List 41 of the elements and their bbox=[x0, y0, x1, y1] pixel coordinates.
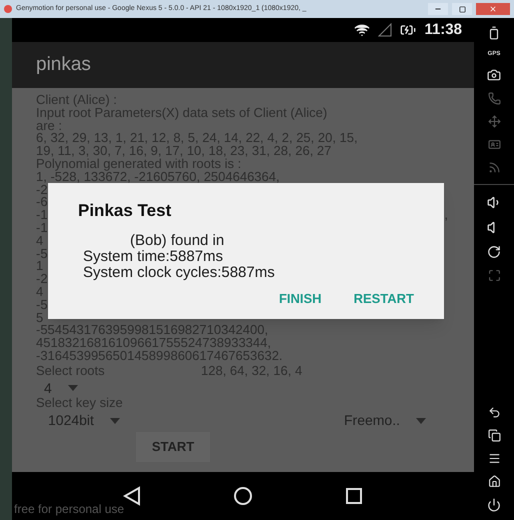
home-icon[interactable] bbox=[232, 486, 253, 506]
app-logo-icon bbox=[4, 5, 12, 13]
recent-apps-icon[interactable] bbox=[344, 486, 364, 506]
rss-icon[interactable] bbox=[488, 161, 500, 174]
start-button[interactable]: START bbox=[136, 432, 210, 462]
dropdown-caret-icon bbox=[416, 418, 426, 424]
dpad-icon[interactable] bbox=[488, 115, 500, 128]
dialog-button[interactable]: RESTART bbox=[354, 293, 414, 306]
maximize-button[interactable] bbox=[452, 3, 472, 15]
close-icon bbox=[489, 5, 497, 13]
clock: 11:38 bbox=[424, 20, 462, 40]
dropdown-caret-icon bbox=[68, 384, 78, 391]
signal-icon bbox=[378, 23, 392, 37]
dropdown-caret-icon bbox=[110, 418, 120, 424]
method-spinner[interactable]: Freemo.. bbox=[344, 414, 426, 427]
dialog-button[interactable]: FINISH bbox=[278, 293, 322, 306]
roots-spinner[interactable]: 4 bbox=[44, 382, 78, 394]
menu-icon[interactable] bbox=[488, 452, 500, 465]
power-icon[interactable] bbox=[487, 498, 501, 512]
phone-icon[interactable] bbox=[488, 92, 500, 105]
app-title: pinkas bbox=[36, 52, 91, 77]
minimize-button[interactable] bbox=[428, 3, 448, 15]
maximize-icon bbox=[458, 6, 466, 12]
dialog-message: System clock cycles:5887ms bbox=[82, 265, 276, 281]
overlay-text: free for personal use bbox=[14, 501, 124, 518]
battery-icon[interactable] bbox=[487, 26, 501, 40]
camera-icon[interactable] bbox=[487, 68, 501, 82]
wifi-icon bbox=[354, 22, 370, 38]
rotate-icon[interactable] bbox=[487, 245, 501, 259]
fullscreen-icon[interactable] bbox=[488, 269, 500, 282]
dialog-title: Pinkas Test bbox=[78, 201, 172, 221]
id-icon[interactable] bbox=[488, 138, 500, 151]
back-icon[interactable] bbox=[122, 486, 142, 506]
back-icon[interactable] bbox=[488, 406, 500, 419]
dialog-message: System time:5887ms bbox=[82, 249, 224, 265]
volume-up-icon[interactable] bbox=[486, 195, 502, 210]
recent-apps-icon[interactable] bbox=[488, 429, 500, 442]
dialog-message: (Bob) found in bbox=[129, 233, 226, 249]
content-line: , bbox=[444, 209, 448, 222]
home-icon[interactable] bbox=[488, 475, 500, 488]
key-size-spinner[interactable]: 1024bit bbox=[48, 414, 120, 427]
